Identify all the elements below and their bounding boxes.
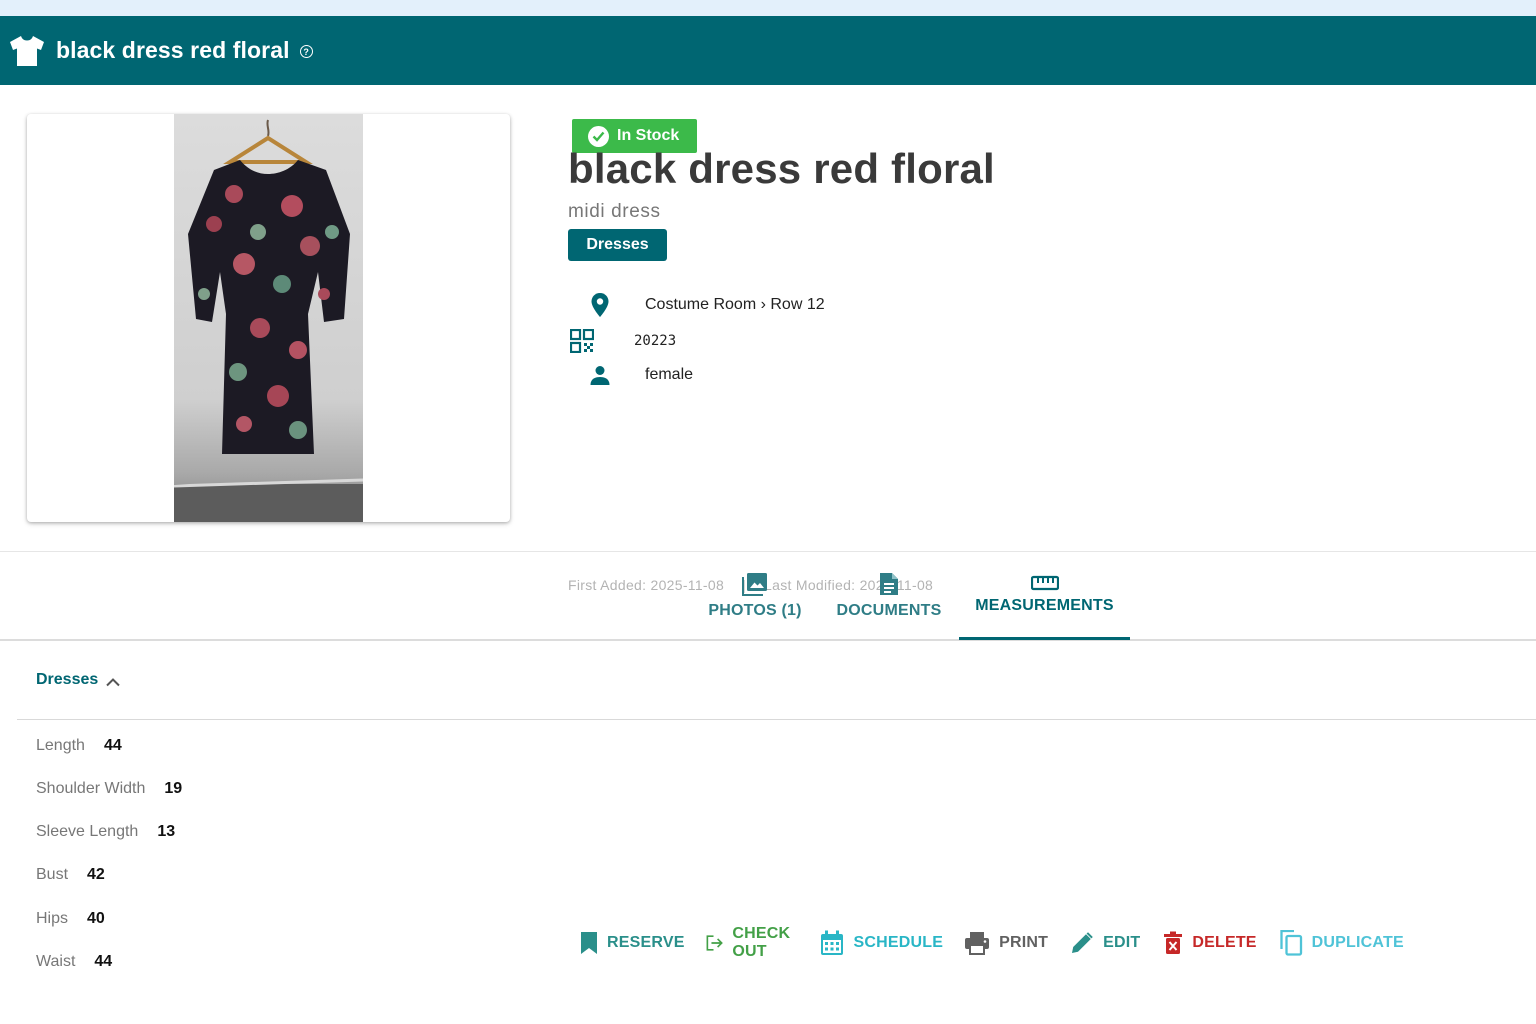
measurement-row: Shoulder Width 19 bbox=[36, 780, 182, 798]
edit-button[interactable]: EDIT bbox=[1070, 931, 1140, 955]
status-label: In Stock bbox=[617, 127, 680, 144]
browser-top-strip bbox=[0, 0, 1536, 16]
measurements-section-header[interactable]: Dresses bbox=[17, 641, 1536, 720]
person-icon bbox=[590, 366, 610, 385]
tab-measurements[interactable]: MEASUREMENTS bbox=[959, 552, 1130, 640]
category-chip[interactable]: Dresses bbox=[568, 229, 667, 261]
chevron-up-icon bbox=[106, 678, 120, 687]
measurement-row: Sleeve Length 13 bbox=[36, 823, 175, 841]
check-circle-icon bbox=[588, 125, 609, 147]
ruler-icon bbox=[1030, 575, 1059, 590]
measurement-value: 44 bbox=[94, 953, 113, 970]
app-bar: black dress red floral ? bbox=[0, 16, 1536, 85]
duplicate-label: DUPLICATE bbox=[1311, 934, 1404, 951]
shirt-icon bbox=[10, 35, 44, 66]
tab-photos[interactable]: PHOTOS (1) bbox=[690, 552, 820, 640]
document-icon bbox=[880, 573, 898, 595]
check-out-button[interactable]: CHECK OUT bbox=[706, 925, 799, 961]
duplicate-button[interactable]: DUPLICATE bbox=[1279, 930, 1404, 956]
measurement-value: 42 bbox=[87, 866, 105, 883]
reserve-button[interactable]: RESERVE bbox=[580, 931, 685, 955]
gender-row: female bbox=[590, 365, 693, 385]
schedule-button[interactable]: SCHEDULE bbox=[820, 930, 943, 956]
map-pin-icon bbox=[591, 293, 609, 317]
qr-code-icon bbox=[570, 329, 594, 353]
tab-photos-label: PHOTOS (1) bbox=[708, 602, 802, 619]
measurement-label: Sleeve Length bbox=[36, 823, 139, 840]
check-out-icon bbox=[706, 935, 723, 951]
copy-icon bbox=[1280, 930, 1302, 956]
measurement-label: Waist bbox=[36, 953, 76, 970]
measurement-row: Hips 40 bbox=[36, 910, 105, 928]
page-title: black dress red floral bbox=[568, 145, 995, 192]
tab-documents[interactable]: DOCUMENTS bbox=[828, 552, 950, 640]
measurement-value: 44 bbox=[103, 737, 122, 754]
measurement-row: Waist 44 bbox=[36, 953, 112, 971]
location-row: Costume Room › Row 12 bbox=[590, 292, 825, 318]
delete-button[interactable]: DELETE bbox=[1163, 931, 1256, 955]
measurement-label: Hips bbox=[36, 910, 69, 927]
sku-text: 20223 bbox=[634, 333, 677, 349]
trash-icon bbox=[1164, 931, 1183, 954]
bookmark-icon bbox=[581, 932, 597, 954]
calendar-icon bbox=[821, 930, 844, 955]
measurement-label: Bust bbox=[36, 866, 69, 883]
detail-tabs: PHOTOS (1) DOCUMENTS MEASUREMENTS bbox=[0, 551, 1536, 641]
tab-documents-label: DOCUMENTS bbox=[836, 602, 942, 619]
measurement-value: 13 bbox=[157, 823, 176, 840]
location-text[interactable]: Costume Room › Row 12 bbox=[645, 296, 825, 314]
reserve-label: RESERVE bbox=[607, 934, 685, 951]
gender-text: female bbox=[645, 366, 694, 383]
item-photo[interactable] bbox=[174, 114, 363, 522]
item-photo-card[interactable] bbox=[27, 114, 510, 522]
item-subtitle: midi dress bbox=[568, 201, 661, 222]
delete-label: DELETE bbox=[1192, 934, 1257, 951]
measurement-label: Length bbox=[36, 737, 85, 754]
edit-label: EDIT bbox=[1103, 934, 1141, 951]
dress-photo-illustration bbox=[174, 119, 363, 522]
pencil-icon bbox=[1072, 932, 1093, 953]
item-summary: In Stock black dress red floral midi dre… bbox=[0, 85, 1536, 960]
print-label: PRINT bbox=[999, 934, 1049, 951]
help-icon[interactable]: ? bbox=[299, 45, 313, 58]
photo-library-icon bbox=[742, 573, 767, 596]
sku-row: 20223 bbox=[570, 329, 676, 353]
section-title: Dresses bbox=[36, 671, 99, 688]
measurement-row: Length 44 bbox=[36, 737, 122, 755]
measurement-value: 40 bbox=[87, 910, 105, 927]
measurement-value: 19 bbox=[164, 780, 183, 797]
app-bar-title: black dress red floral bbox=[56, 37, 290, 63]
tab-measurements-label: MEASUREMENTS bbox=[975, 596, 1114, 614]
check-out-label: CHECK OUT bbox=[732, 925, 791, 960]
printer-icon bbox=[965, 932, 990, 955]
measurement-label: Shoulder Width bbox=[36, 780, 146, 797]
measurement-row: Bust 42 bbox=[36, 866, 105, 884]
print-button[interactable]: PRINT bbox=[964, 931, 1048, 955]
schedule-label: SCHEDULE bbox=[853, 934, 944, 951]
